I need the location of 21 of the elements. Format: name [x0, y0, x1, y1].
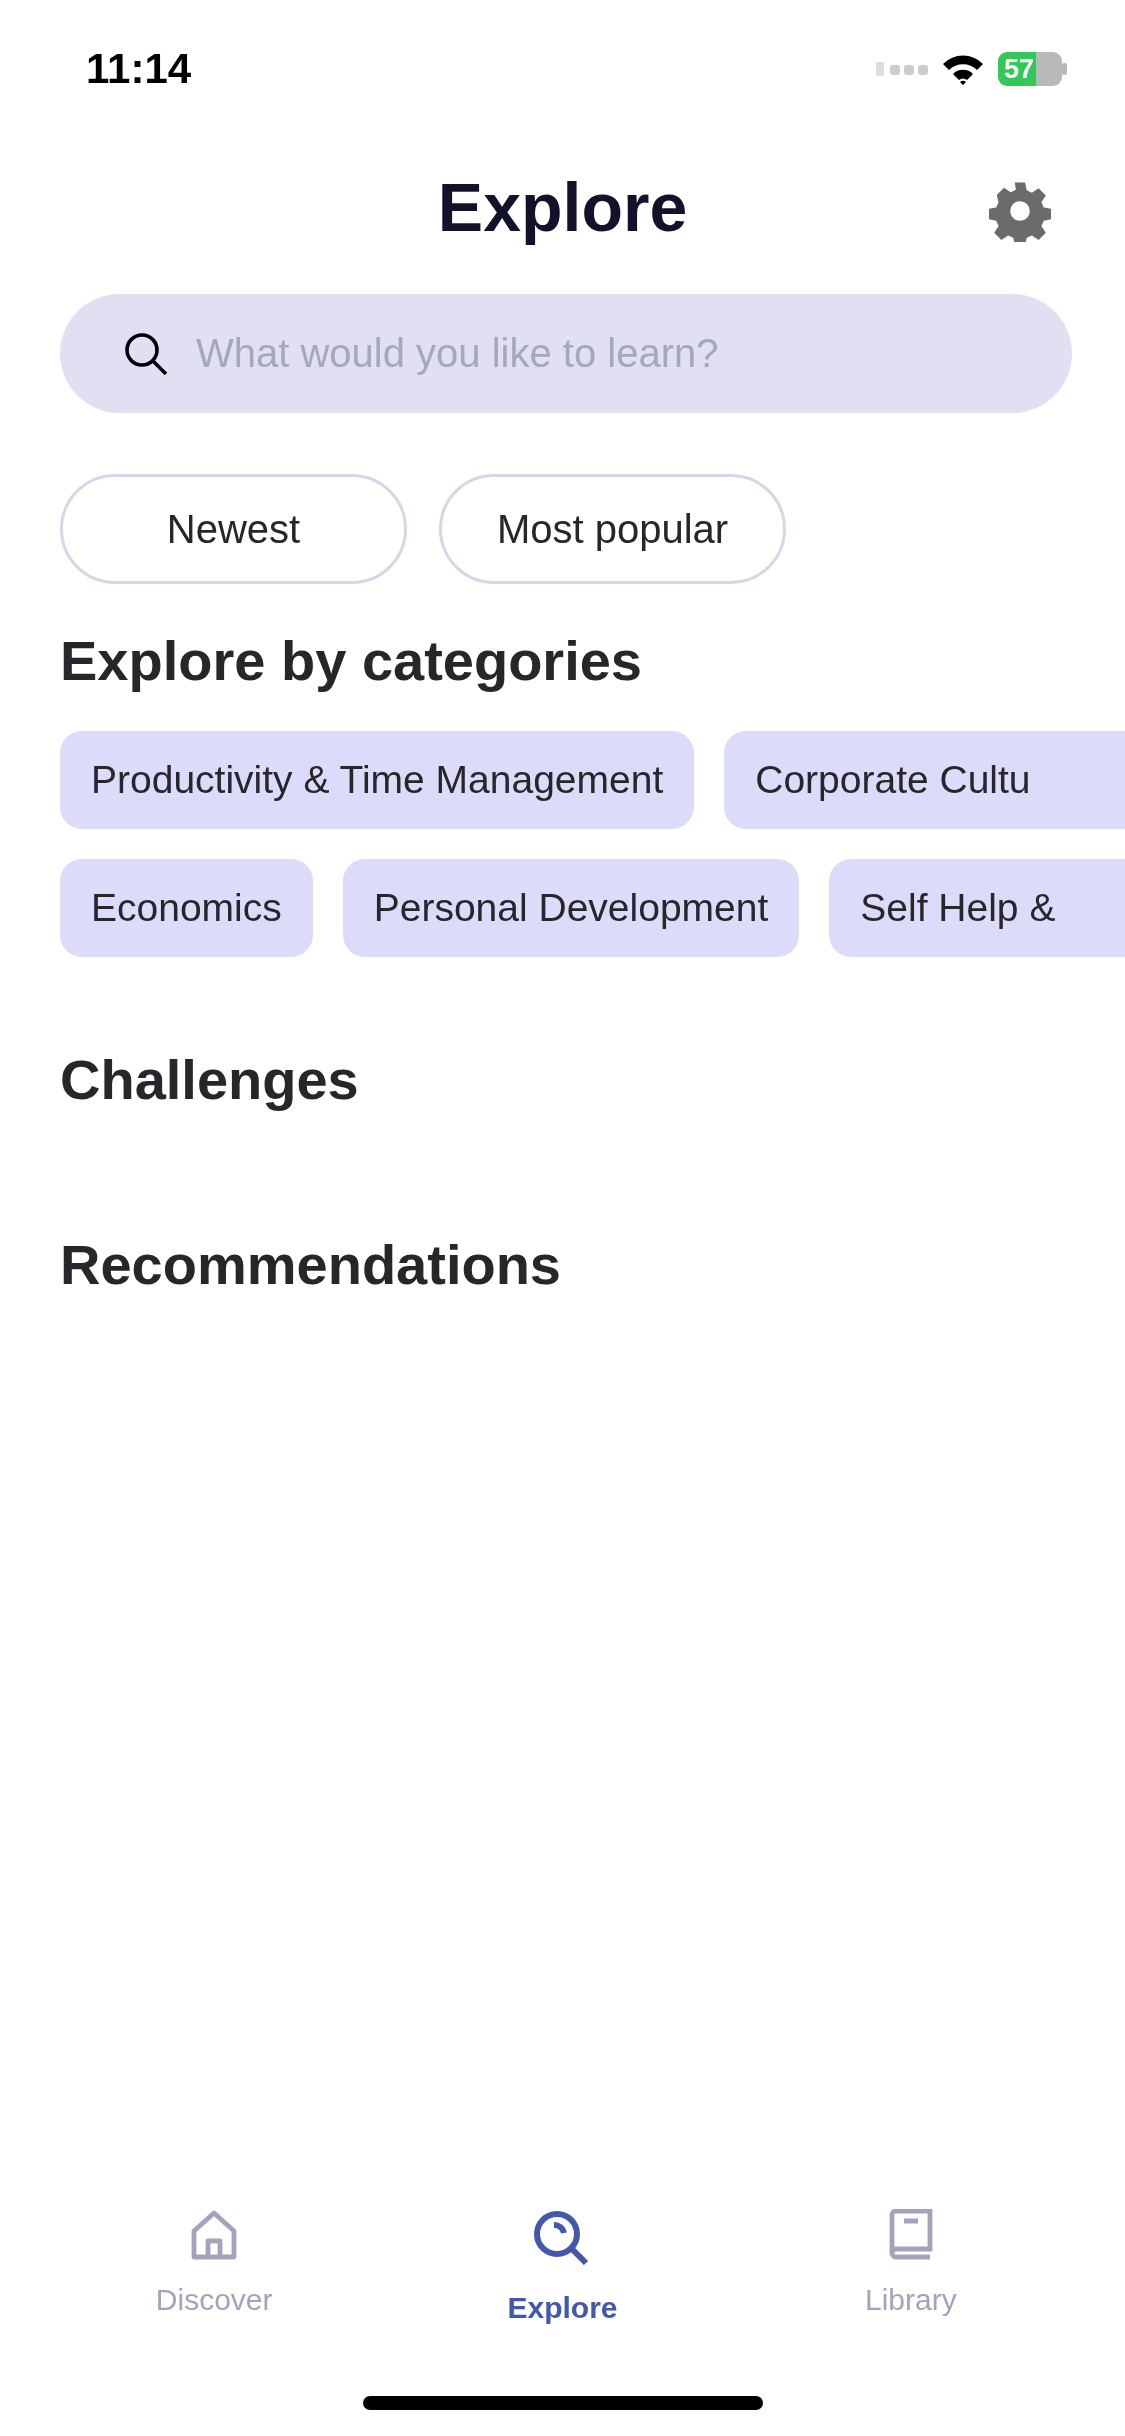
tab-bar-item[interactable]: Explore	[432, 2208, 693, 2388]
battery-cap-icon	[1062, 63, 1067, 75]
search-field[interactable]: What would you like to learn?	[60, 294, 1072, 413]
filter-button[interactable]: Most popular	[439, 474, 786, 584]
signal-icon	[876, 62, 928, 76]
page-title: Explore	[437, 168, 688, 246]
battery-level: 57	[998, 52, 1062, 86]
section-heading: Challenges	[60, 1047, 360, 1112]
settings-icon[interactable]	[989, 180, 1051, 242]
status-time: 11:14	[86, 45, 192, 93]
category-chip[interactable]: Personal Development	[342, 859, 800, 957]
category-chip[interactable]: Economics	[60, 859, 313, 957]
section-heading: Explore by categories	[60, 628, 643, 693]
section-heading: Recommendations	[60, 1232, 562, 1297]
filter-button[interactable]: Newest	[60, 474, 407, 584]
category-chip[interactable]: Productivity & Time Management	[60, 731, 695, 829]
search-input[interactable]: What would you like to learn?	[194, 330, 998, 377]
category-chip[interactable]: Corporate Cultu	[724, 731, 1125, 829]
book-icon	[887, 2209, 934, 2261]
category-chip[interactable]: Self Help &	[829, 859, 1125, 957]
home-icon	[190, 2209, 239, 2261]
